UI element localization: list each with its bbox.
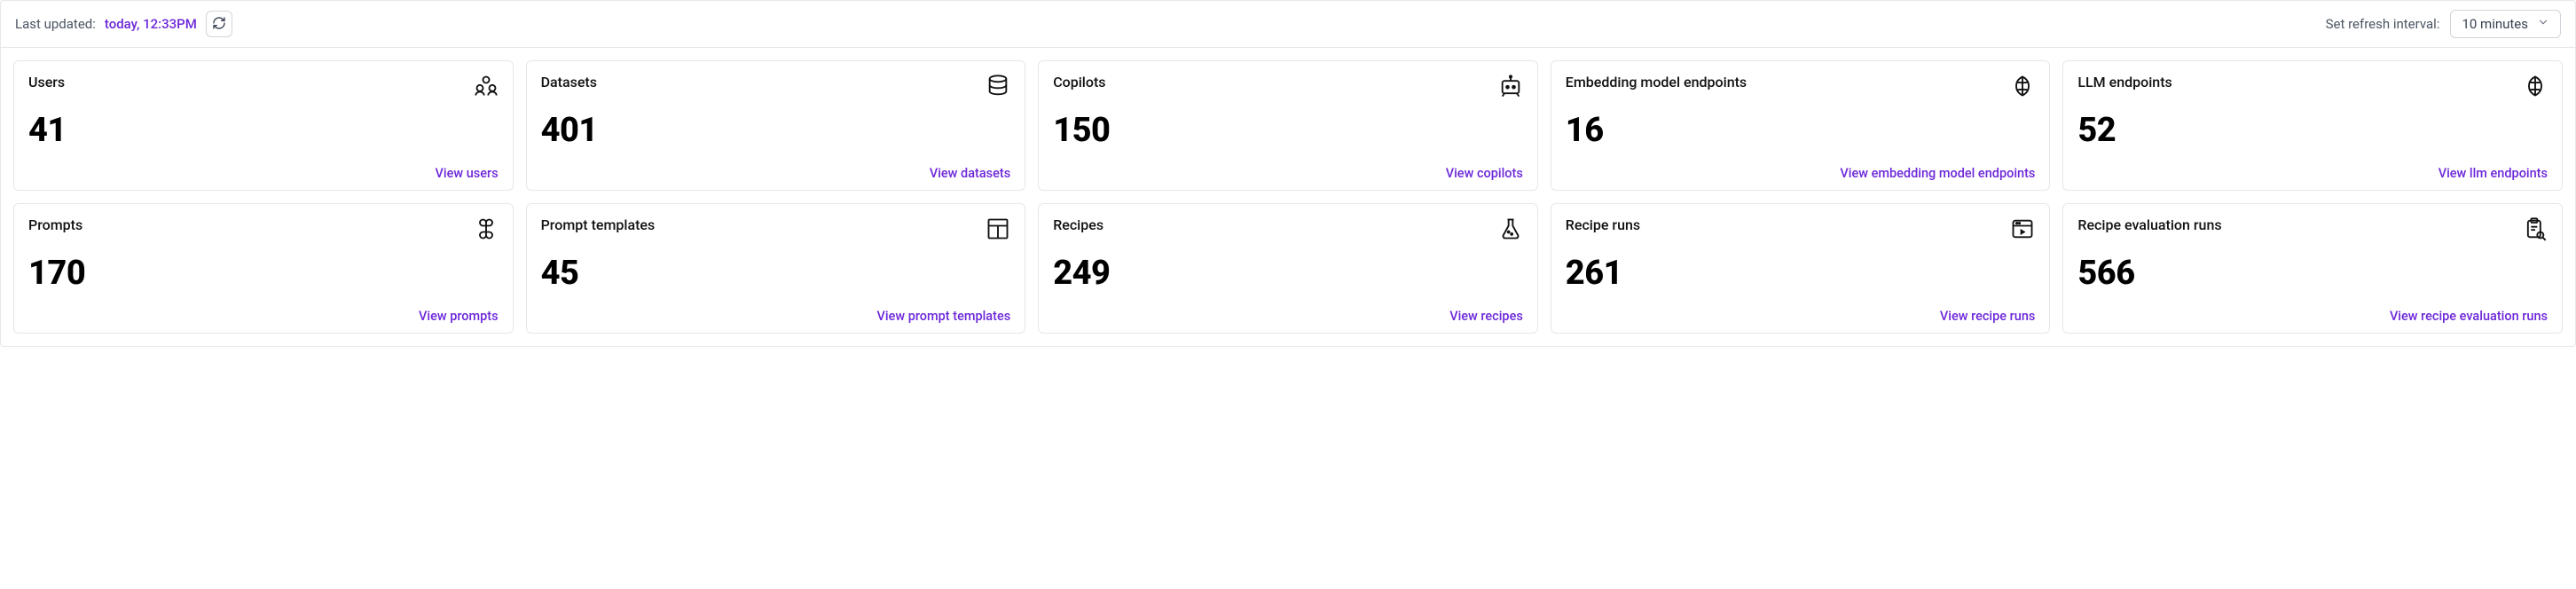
chevron-down-icon xyxy=(2537,16,2549,32)
card-title: Copilots xyxy=(1053,74,1105,90)
browser-play-icon xyxy=(2010,216,2035,245)
card-title: Users xyxy=(28,74,65,90)
card-title: Recipe evaluation runs xyxy=(2077,216,2221,233)
card-value: 16 xyxy=(1566,111,2036,150)
card-recipe-evaluation-runs: Recipe evaluation runs 566 View recipe e… xyxy=(2062,203,2563,334)
view-users-link[interactable]: View users xyxy=(28,166,499,181)
database-icon xyxy=(986,74,1010,102)
layout-template-icon xyxy=(986,216,1010,245)
card-title: Datasets xyxy=(541,74,597,90)
card-value: 52 xyxy=(2077,111,2548,150)
card-recipes: Recipes 249 View recipes xyxy=(1038,203,1538,334)
card-prompt-templates: Prompt templates 45 View prompt template… xyxy=(526,203,1026,334)
refresh-icon xyxy=(212,16,226,33)
card-value: 566 xyxy=(2077,254,2548,293)
view-recipes-link[interactable]: View recipes xyxy=(1053,309,1523,324)
flask-icon xyxy=(1498,216,1523,245)
metrics-cards-grid: Users 41 View users Datasets 401 View da… xyxy=(1,48,2575,346)
card-title: LLM endpoints xyxy=(2077,74,2172,90)
refresh-interval-select[interactable]: 10 minutes xyxy=(2450,10,2561,38)
card-value: 45 xyxy=(541,254,1011,293)
card-title: Recipe runs xyxy=(1566,216,1640,233)
last-updated-group: Last updated: today, 12:33PM xyxy=(15,11,232,37)
neural-network-icon xyxy=(2010,74,2035,102)
card-embedding-endpoints: Embedding model endpoints 16 View embedd… xyxy=(1551,60,2051,191)
view-recipe-runs-link[interactable]: View recipe runs xyxy=(1566,309,2036,324)
dashboard-panel: Last updated: today, 12:33PM Set refresh… xyxy=(0,0,2576,347)
view-prompt-templates-link[interactable]: View prompt templates xyxy=(541,309,1011,324)
header-bar: Last updated: today, 12:33PM Set refresh… xyxy=(1,1,2575,48)
card-copilots: Copilots 150 View copilots xyxy=(1038,60,1538,191)
command-icon xyxy=(474,216,499,245)
last-updated-label: Last updated: xyxy=(15,16,96,32)
card-prompts: Prompts 170 View prompts xyxy=(13,203,514,334)
users-icon xyxy=(474,74,499,102)
last-updated-value: today, 12:33PM xyxy=(105,16,197,32)
neural-network-icon xyxy=(2523,74,2548,102)
card-llm-endpoints: LLM endpoints 52 View llm endpoints xyxy=(2062,60,2563,191)
card-users: Users 41 View users xyxy=(13,60,514,191)
card-value: 150 xyxy=(1053,111,1523,150)
card-title: Recipes xyxy=(1053,216,1103,233)
clipboard-search-icon xyxy=(2523,216,2548,245)
refresh-interval-label: Set refresh interval: xyxy=(2326,16,2440,32)
card-value: 249 xyxy=(1053,254,1523,293)
card-value: 170 xyxy=(28,254,499,293)
card-value: 401 xyxy=(541,111,1011,150)
view-embedding-endpoints-link[interactable]: View embedding model endpoints xyxy=(1566,166,2036,181)
card-title: Embedding model endpoints xyxy=(1566,74,1747,90)
view-prompts-link[interactable]: View prompts xyxy=(28,309,499,324)
card-datasets: Datasets 401 View datasets xyxy=(526,60,1026,191)
card-recipe-runs: Recipe runs 261 View recipe runs xyxy=(1551,203,2051,334)
refresh-interval-value: 10 minutes xyxy=(2462,16,2528,32)
view-recipe-evaluation-runs-link[interactable]: View recipe evaluation runs xyxy=(2077,309,2548,324)
card-value: 41 xyxy=(28,111,499,150)
view-llm-endpoints-link[interactable]: View llm endpoints xyxy=(2077,166,2548,181)
robot-icon xyxy=(1498,74,1523,102)
view-copilots-link[interactable]: View copilots xyxy=(1053,166,1523,181)
card-title: Prompts xyxy=(28,216,82,233)
refresh-interval-group: Set refresh interval: 10 minutes xyxy=(2326,10,2561,38)
refresh-button[interactable] xyxy=(206,11,232,37)
view-datasets-link[interactable]: View datasets xyxy=(541,166,1011,181)
card-title: Prompt templates xyxy=(541,216,656,233)
card-value: 261 xyxy=(1566,254,2036,293)
